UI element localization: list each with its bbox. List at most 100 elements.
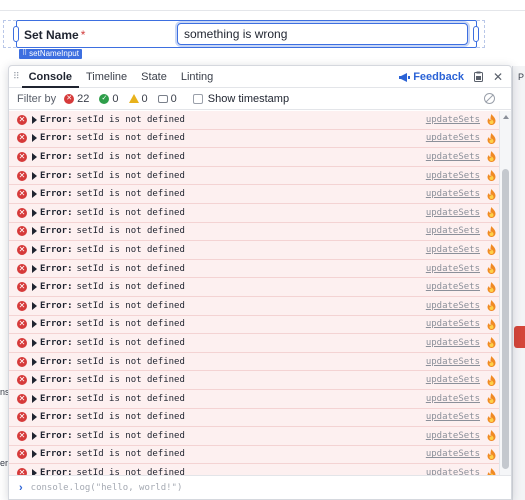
expand-caret-icon[interactable] [32, 301, 37, 310]
clear-console-icon[interactable] [484, 93, 495, 104]
show-timestamp-checkbox[interactable] [192, 93, 203, 104]
log-source-link[interactable]: updateSets [426, 357, 480, 367]
log-row[interactable]: ✕ Error: setId is not defined updateSets [9, 166, 500, 186]
log-prefix: Error: [40, 393, 73, 404]
expand-caret-icon[interactable] [32, 320, 37, 329]
log-source-link[interactable]: updateSets [426, 189, 480, 199]
console-log-list: ✕ Error: setId is not defined updateSets ✕ Er… [9, 111, 500, 476]
log-source-link[interactable]: updateSets [426, 264, 480, 274]
log-source-link[interactable]: updateSets [426, 115, 480, 125]
clipboard-icon[interactable] [473, 71, 483, 84]
expand-caret-icon[interactable] [32, 450, 37, 459]
log-row[interactable]: ✕ Error: setId is not defined updateSets [9, 315, 500, 335]
log-row[interactable]: ✕ Error: setId is not defined updateSets [9, 334, 500, 353]
error-icon: ✕ [17, 356, 27, 367]
right-panel-edge [512, 66, 525, 500]
log-row[interactable]: ✕ Error: setId is not defined updateSets [9, 129, 500, 149]
success-count: 0 [112, 92, 119, 105]
log-source-link[interactable]: updateSets [426, 431, 480, 441]
log-row[interactable]: ✕ Error: setId is not defined updateSets [9, 445, 500, 465]
log-row[interactable]: ✕ Error: setId is not defined updateSets [9, 222, 500, 242]
log-source-link[interactable]: updateSets [426, 226, 480, 236]
log-source-link[interactable]: updateSets [426, 301, 480, 311]
expand-caret-icon[interactable] [32, 171, 37, 180]
drag-grip-icon[interactable]: ⠿ [22, 49, 27, 59]
log-row[interactable]: ✕ Error: setId is not defined updateSets [9, 427, 500, 446]
log-row[interactable]: ✕ Error: setId is not defined updateSets [9, 241, 500, 260]
log-row[interactable]: ✕ Error: setId is not defined updateSets [9, 296, 500, 316]
log-source-link[interactable]: updateSets [426, 133, 480, 143]
log-source-link[interactable]: updateSets [426, 319, 480, 329]
filter-warnings[interactable]: 0 [128, 93, 148, 105]
filter-messages[interactable]: 0 [157, 93, 177, 105]
log-row[interactable]: ✕ Error: setId is not defined updateSets [9, 148, 500, 167]
expand-caret-icon[interactable] [32, 190, 37, 199]
tab-console[interactable]: Console [21, 66, 79, 88]
feedback-button[interactable]: Feedback [399, 71, 464, 83]
expand-caret-icon[interactable] [32, 283, 37, 292]
log-source-link[interactable]: updateSets [426, 394, 480, 404]
log-message: setId is not defined [76, 449, 185, 460]
log-row[interactable]: ✕ Error: setId is not defined updateSets [9, 111, 500, 130]
tab-linting[interactable]: Linting [174, 66, 220, 88]
log-message: setId is not defined [76, 300, 185, 311]
tab-state[interactable]: State [134, 66, 174, 88]
expand-caret-icon[interactable] [32, 134, 37, 143]
canvas-divider [0, 10, 525, 11]
log-source-link[interactable]: updateSets [426, 338, 480, 348]
expand-caret-icon[interactable] [32, 264, 37, 273]
console-scrollbar[interactable] [499, 111, 511, 477]
expand-caret-icon[interactable] [32, 431, 37, 440]
background-button-edge[interactable] [514, 326, 525, 348]
expand-caret-icon[interactable] [32, 152, 37, 161]
resize-handle-left[interactable] [13, 26, 19, 42]
log-source-link[interactable]: updateSets [426, 282, 480, 292]
error-icon: ✕ [17, 226, 27, 237]
expand-caret-icon[interactable] [32, 413, 37, 422]
show-timestamp-label: Show timestamp [207, 92, 290, 105]
flame-icon [487, 151, 496, 163]
expand-caret-icon[interactable] [32, 357, 37, 366]
log-source-link[interactable]: updateSets [426, 208, 480, 218]
log-row[interactable]: ✕ Error: setId is not defined updateSets [9, 371, 500, 390]
log-prefix: Error: [40, 319, 73, 330]
expand-caret-icon[interactable] [32, 394, 37, 403]
log-row[interactable]: ✕ Error: setId is not defined updateSets [9, 408, 500, 428]
filter-success[interactable]: ✓ 0 [99, 92, 119, 105]
log-prefix: Error: [40, 244, 73, 255]
set-name-input[interactable] [177, 23, 468, 45]
component-name-tag[interactable]: ⠿ setNameInput [19, 49, 82, 59]
log-message: setId is not defined [76, 319, 185, 330]
error-icon: ✕ [17, 282, 27, 293]
expand-caret-icon[interactable] [32, 208, 37, 217]
close-icon[interactable]: ✕ [493, 71, 503, 83]
component-name: setNameInput [29, 49, 79, 58]
expand-caret-icon[interactable] [32, 115, 37, 124]
log-row[interactable]: ✕ Error: setId is not defined updateSets [9, 389, 500, 409]
console-input[interactable] [30, 482, 471, 493]
log-source-link[interactable]: updateSets [426, 245, 480, 255]
flame-icon [487, 374, 496, 386]
log-row[interactable]: ✕ Error: setId is not defined updateSets [9, 185, 500, 204]
log-source-link[interactable]: updateSets [426, 375, 480, 385]
log-row[interactable]: ✕ Error: setId is not defined updateSets [9, 352, 500, 372]
log-row[interactable]: ✕ Error: setId is not defined updateSets [9, 259, 500, 279]
expand-caret-icon[interactable] [32, 338, 37, 347]
resize-handle-right[interactable] [473, 26, 479, 42]
expand-caret-icon[interactable] [32, 227, 37, 236]
log-source-link[interactable]: updateSets [426, 171, 480, 181]
expand-caret-icon[interactable] [32, 245, 37, 254]
log-source-link[interactable]: updateSets [426, 152, 480, 162]
log-row[interactable]: ✕ Error: setId is not defined updateSets [9, 278, 500, 297]
log-prefix: Error: [40, 412, 73, 423]
tab-timeline[interactable]: Timeline [79, 66, 134, 88]
scroll-up-arrow-icon[interactable] [503, 115, 509, 119]
expand-caret-icon[interactable] [32, 376, 37, 385]
log-row[interactable]: ✕ Error: setId is not defined updateSets [9, 203, 500, 223]
log-source-link[interactable]: updateSets [426, 412, 480, 422]
panel-drag-icon[interactable]: ⠿ [13, 71, 20, 82]
error-icon: ✕ [17, 151, 27, 162]
scrollbar-thumb[interactable] [502, 169, 509, 469]
filter-errors[interactable]: ✕ 22 [64, 93, 89, 105]
log-source-link[interactable]: updateSets [426, 449, 480, 459]
